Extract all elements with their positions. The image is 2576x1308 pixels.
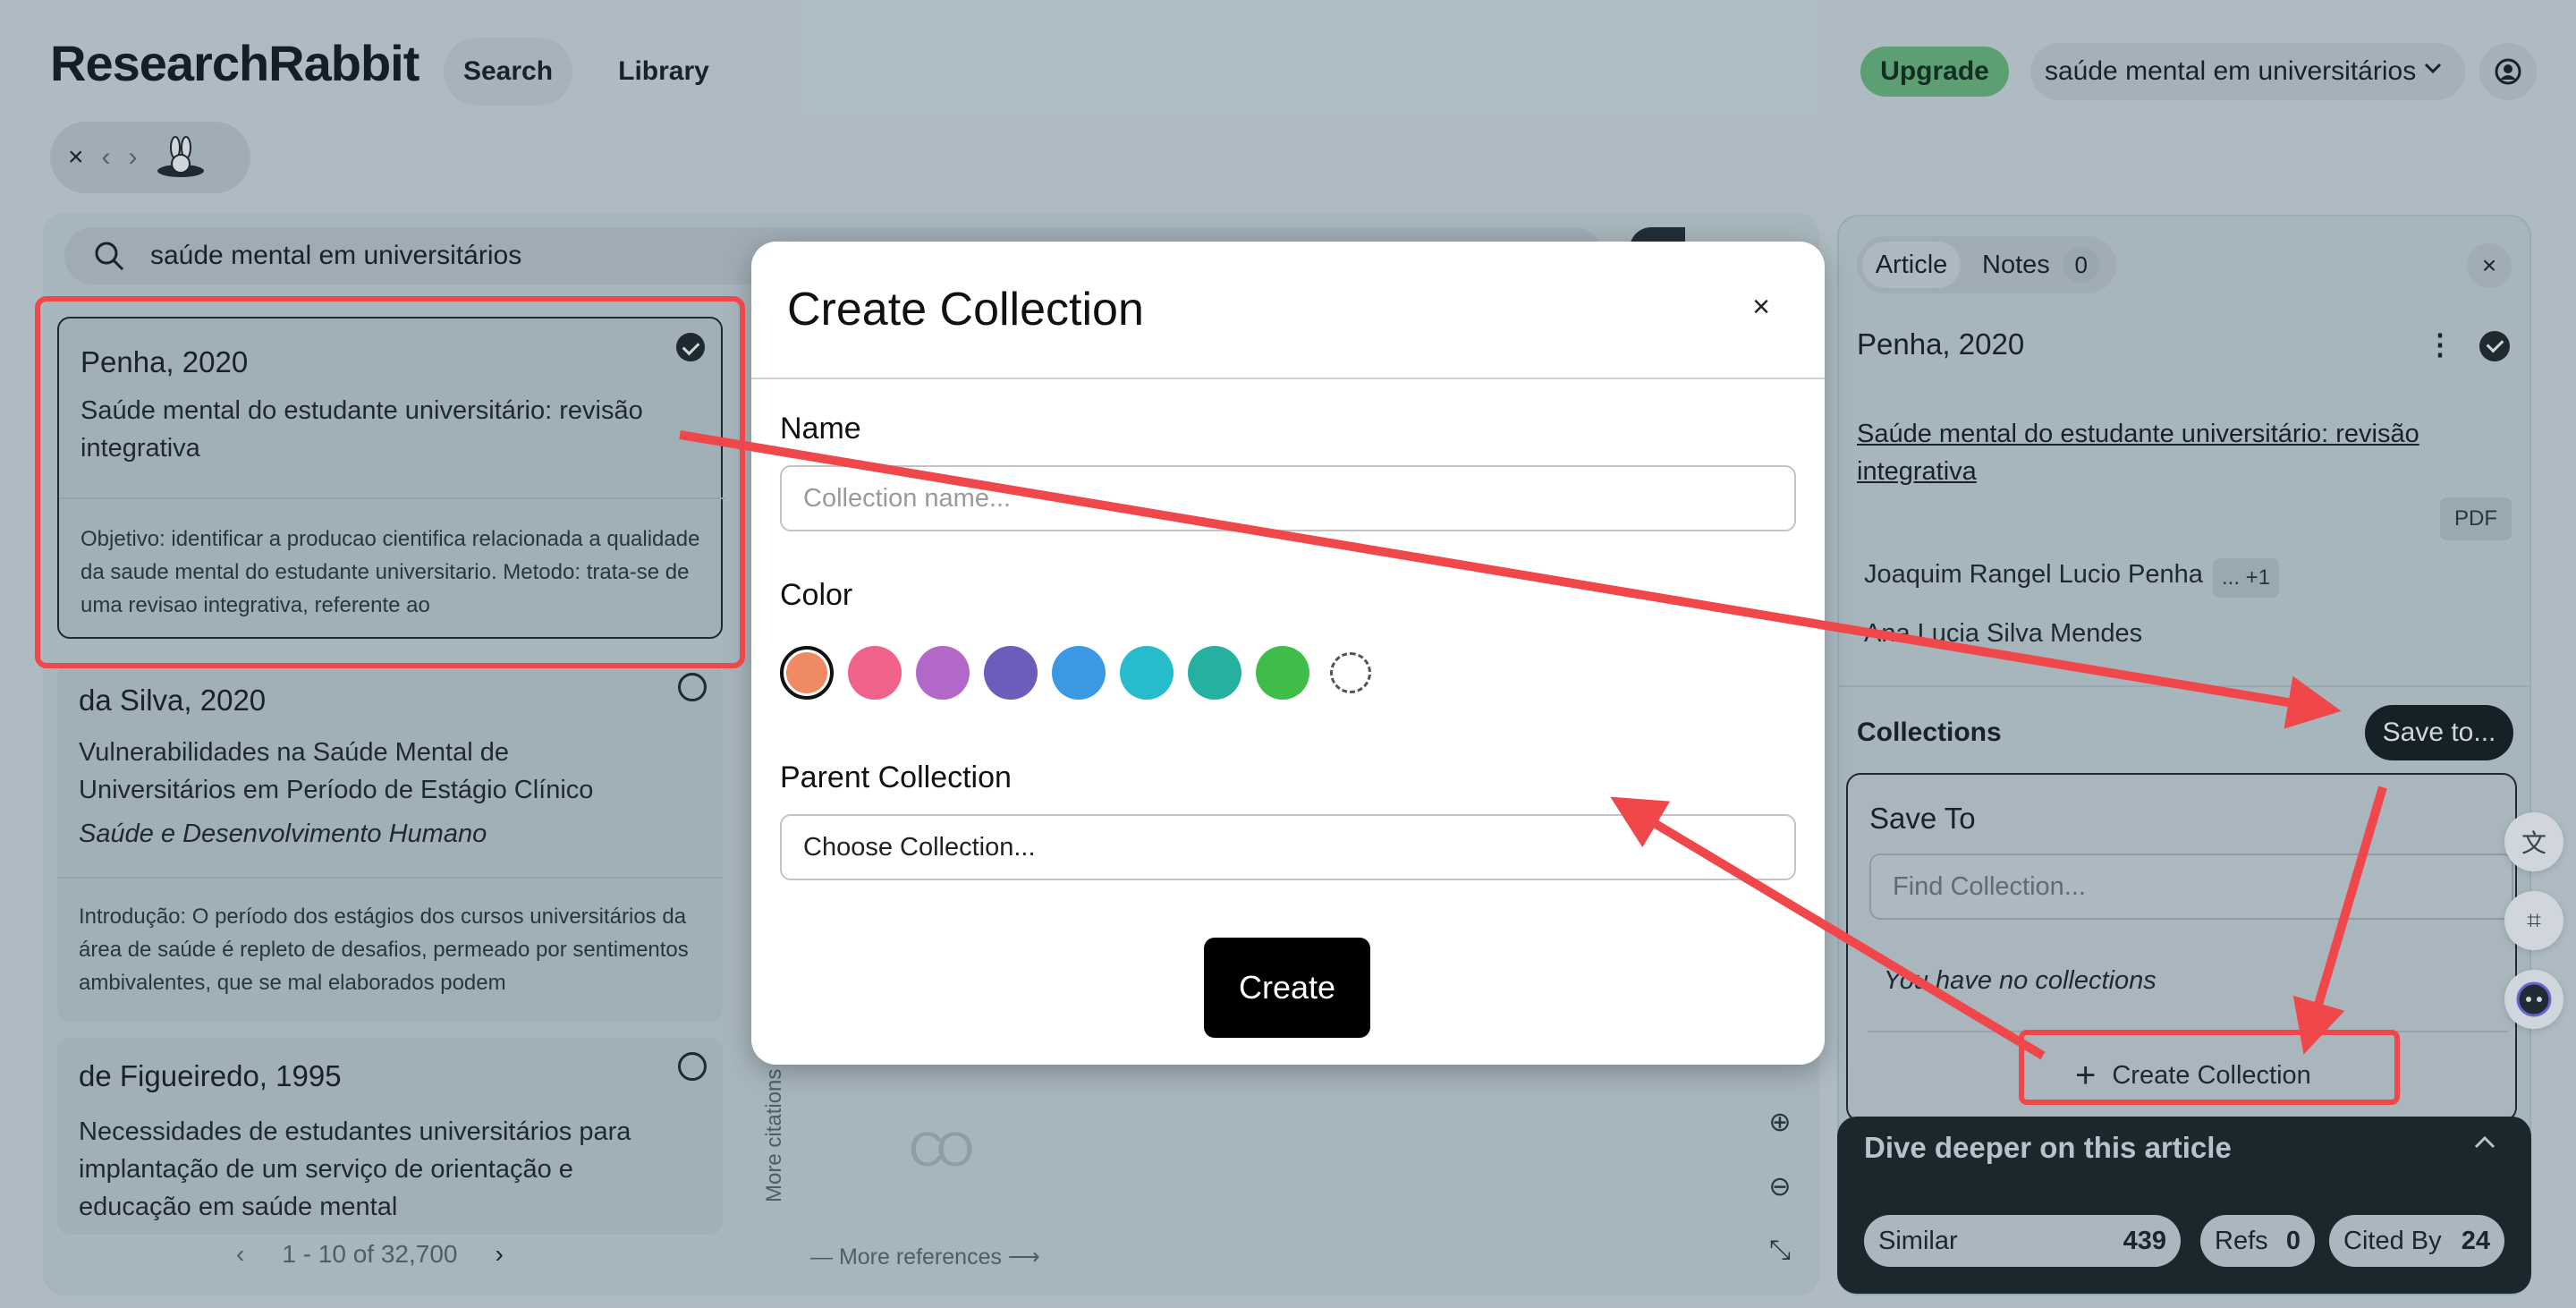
similar-count: 439 xyxy=(2123,1226,2166,1255)
fit-view-icon[interactable]: ⤡ xyxy=(1764,1235,1796,1267)
empty-collections-message: You have no collections xyxy=(1884,966,2157,995)
result-author-year: da Silva, 2020 xyxy=(79,684,267,717)
result-title: Necessidades de estudantes universitário… xyxy=(79,1117,631,1221)
topic-select[interactable]: saúde mental em universitários xyxy=(2030,43,2465,100)
modal-title: Create Collection xyxy=(787,284,1144,335)
more-authors-badge[interactable]: ... +1 xyxy=(2213,558,2280,598)
tab-article[interactable]: Article xyxy=(1862,242,1961,288)
result-author-year: de Figueiredo, 1995 xyxy=(79,1059,342,1092)
color-swatch[interactable] xyxy=(1120,646,1174,700)
account-button[interactable] xyxy=(2479,43,2537,100)
dive-deeper-title: Dive deeper on this article xyxy=(1864,1131,2232,1164)
collection-name-input[interactable]: Collection name... xyxy=(780,465,1796,531)
more-options-icon[interactable]: ⋮ xyxy=(2426,327,2454,361)
save-to-title: Save To xyxy=(1869,802,1976,835)
result-title: Saúde mental do estudante universitário:… xyxy=(80,396,643,463)
result-abstract: Introdução: O período dos estágios dos c… xyxy=(79,905,689,995)
result-select-checkbox[interactable] xyxy=(678,1052,707,1081)
chevron-down-icon xyxy=(2424,63,2442,74)
next-page-button[interactable]: › xyxy=(495,1240,503,1269)
cited-by-label: Cited By xyxy=(2343,1226,2442,1255)
cited-by-count: 24 xyxy=(2461,1226,2490,1255)
more-references-label[interactable]: — More references ⟶ xyxy=(810,1244,1040,1270)
search-icon xyxy=(95,242,124,271)
panel-divider xyxy=(1839,685,2529,687)
color-swatch[interactable] xyxy=(780,646,834,700)
nav-search-tab[interactable]: Search xyxy=(444,38,572,106)
custom-color-swatch[interactable] xyxy=(1330,652,1371,693)
upgrade-button[interactable]: Upgrade xyxy=(1860,47,2009,97)
popover-divider xyxy=(1868,1031,2508,1032)
article-author-year: Penha, 2020 xyxy=(1857,327,2025,361)
pdf-button[interactable]: PDF xyxy=(2440,497,2512,540)
translate-icon[interactable]: 文 xyxy=(2504,812,2563,871)
card-divider xyxy=(57,877,723,879)
result-author-year: Penha, 2020 xyxy=(80,345,249,378)
tab-notes[interactable]: Notes 0 xyxy=(1982,242,2100,288)
graph-empty-mark: CO xyxy=(909,1123,974,1176)
collections-heading: Collections xyxy=(1857,718,2002,747)
result-abstract: Objetivo: identificar a producao cientif… xyxy=(80,527,700,617)
refs-button[interactable]: Refs 0 xyxy=(2200,1215,2315,1267)
author-name[interactable]: Joaquim Rangel Lucio Penha xyxy=(1864,560,2203,590)
cited-by-button[interactable]: Cited By 24 xyxy=(2329,1215,2504,1267)
parent-collection-label: Parent Collection xyxy=(780,760,1012,794)
color-swatch[interactable] xyxy=(1256,646,1309,700)
similar-button[interactable]: Similar 439 xyxy=(1864,1215,2181,1267)
zoom-out-icon[interactable]: ⊖ xyxy=(1764,1170,1796,1202)
color-swatch[interactable] xyxy=(1188,646,1241,700)
assistant-icon[interactable] xyxy=(2504,970,2563,1029)
result-title: Vulnerabilidades na Saúde Mental de Univ… xyxy=(79,738,594,804)
back-icon[interactable]: ‹ xyxy=(102,142,111,173)
save-to-button[interactable]: Save to... xyxy=(2365,705,2513,760)
chevron-up-icon[interactable] xyxy=(2470,1129,2499,1158)
selected-check-icon[interactable] xyxy=(2479,331,2510,361)
app-logo[interactable]: ResearchRabbit xyxy=(50,34,419,92)
prev-page-button[interactable]: ‹ xyxy=(236,1240,244,1269)
topic-select-label: saúde mental em universitários xyxy=(2045,56,2417,86)
result-card[interactable]: Penha, 2020 Saúde mental do estudante un… xyxy=(57,317,724,639)
author-name[interactable]: Ana Lucia Silva Mendes xyxy=(1864,619,2142,649)
pagination: ‹ 1 - 10 of 32,700 › xyxy=(236,1240,504,1269)
result-select-checkbox[interactable] xyxy=(678,673,707,701)
refs-label: Refs xyxy=(2215,1226,2268,1255)
result-select-checkbox[interactable] xyxy=(676,333,705,361)
color-swatch[interactable] xyxy=(1052,646,1106,700)
more-citations-label[interactable]: More citations xyxy=(762,1069,787,1202)
modal-divider xyxy=(751,378,1825,379)
notes-count-badge: 0 xyxy=(2062,247,2100,283)
scan-icon[interactable]: ⌗ xyxy=(2504,891,2563,950)
close-panel-button[interactable]: × xyxy=(2467,243,2512,288)
tab-notes-label: Notes xyxy=(1982,250,2050,279)
parent-collection-select[interactable]: Choose Collection... xyxy=(780,814,1796,880)
history-toolbar: × ‹ › xyxy=(50,122,250,193)
color-swatch[interactable] xyxy=(848,646,902,700)
zoom-in-icon[interactable]: ⊕ xyxy=(1764,1106,1796,1138)
color-label: Color xyxy=(780,578,853,612)
refs-count: 0 xyxy=(2285,1226,2301,1255)
result-card[interactable]: de Figueiredo, 1995 Necessidades de estu… xyxy=(57,1038,723,1235)
similar-label: Similar xyxy=(1878,1226,1958,1255)
rabbit-icon[interactable] xyxy=(156,135,206,180)
name-label: Name xyxy=(780,412,861,446)
result-card[interactable]: da Silva, 2020 Vulnerabilidades na Saúde… xyxy=(57,664,723,1022)
create-collection-label: Create Collection xyxy=(2112,1061,2311,1090)
create-button[interactable]: Create xyxy=(1204,938,1370,1038)
close-icon[interactable]: × xyxy=(68,142,84,173)
user-icon xyxy=(2495,58,2521,85)
search-query: saúde mental em universitários xyxy=(150,241,522,270)
card-divider xyxy=(59,497,724,499)
page-range: 1 - 10 of 32,700 xyxy=(282,1240,458,1268)
plus-icon: + xyxy=(2075,1056,2097,1095)
find-collection-input[interactable] xyxy=(1869,854,2513,920)
color-swatch[interactable] xyxy=(916,646,970,700)
nav-library-tab[interactable]: Library xyxy=(601,38,726,106)
create-collection-link[interactable]: + Create Collection xyxy=(2075,1056,2311,1096)
article-title-link[interactable]: Saúde mental do estudante universitário:… xyxy=(1857,415,2465,490)
color-swatch[interactable] xyxy=(984,646,1038,700)
close-icon[interactable]: × xyxy=(1739,285,1784,329)
result-journal: Saúde e Desenvolvimento Humano xyxy=(79,820,487,848)
forward-icon[interactable]: › xyxy=(129,142,138,173)
